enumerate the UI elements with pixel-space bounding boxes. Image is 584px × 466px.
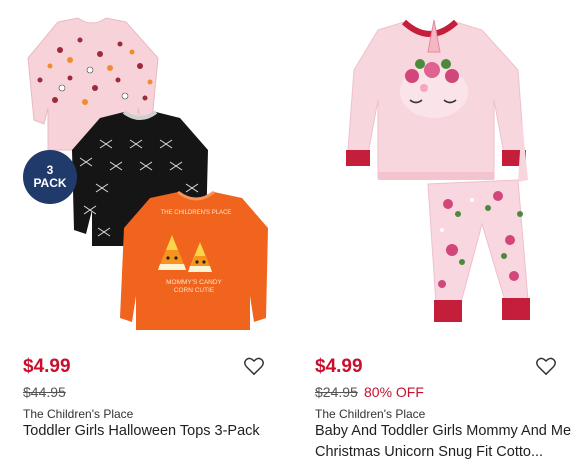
heart-outline-icon[interactable] xyxy=(243,356,265,376)
product-title[interactable]: Baby And Toddler Girls Mommy And Me Chri… xyxy=(315,421,575,463)
product-image[interactable] xyxy=(292,0,584,338)
discount-label: 80% OFF xyxy=(364,384,424,400)
badge-text: PACK xyxy=(33,176,67,190)
shirt-print-line2: CORN CUTIE xyxy=(174,287,215,294)
sale-price: $4.99 xyxy=(23,356,71,377)
pajama-top-graphic xyxy=(346,19,526,180)
shirt-print-line1: MOMMY'S CANDY xyxy=(166,279,222,286)
pack-badge: 3 PACK xyxy=(23,150,77,204)
product-card-unicorn-pajamas[interactable]: $4.99 $24.95 80% OFF The Children's Plac… xyxy=(292,0,584,466)
heart-outline-icon[interactable] xyxy=(535,356,557,376)
product-card-halloween-tops[interactable]: THE CHILDREN'S PLACE MOMMY'S CANDY CORN … xyxy=(0,0,292,466)
orange-shirt-graphic: THE CHILDREN'S PLACE MOMMY'S CANDY CORN … xyxy=(120,190,268,330)
brand-name: The Children's Place xyxy=(23,407,134,421)
brand-name: The Children's Place xyxy=(315,407,426,421)
original-price: $24.95 xyxy=(315,384,358,400)
svg-text:THE CHILDREN'S PLACE: THE CHILDREN'S PLACE xyxy=(161,210,232,216)
sale-price: $4.99 xyxy=(315,356,363,377)
product-title[interactable]: Toddler Girls Halloween Tops 3-Pack xyxy=(23,421,273,442)
original-price: $44.95 xyxy=(23,384,66,400)
